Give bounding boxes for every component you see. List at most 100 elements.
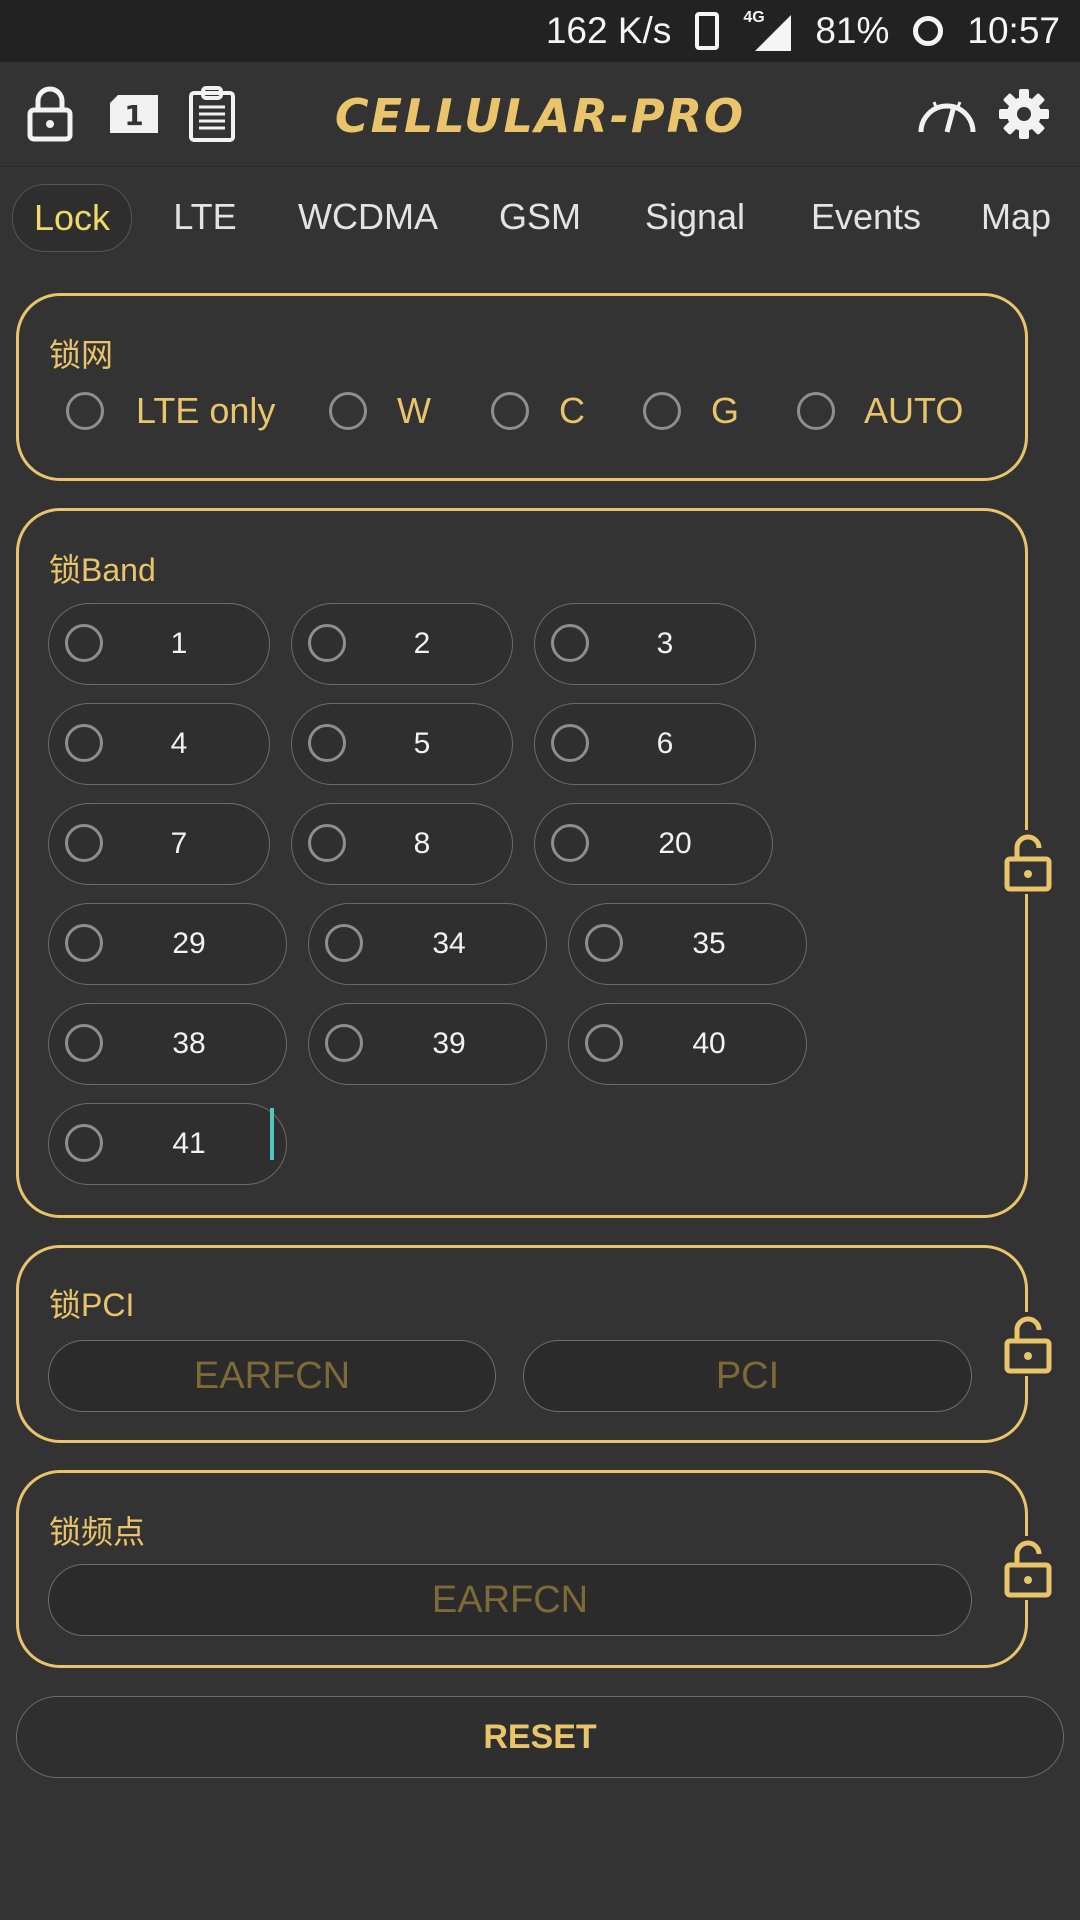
band-label: 3 [656, 627, 674, 660]
pci-earfcn-input[interactable] [49, 1340, 495, 1412]
network-option-label: LTE only [136, 390, 276, 431]
tab-gsm[interactable]: GSM [490, 184, 590, 250]
band-option-4[interactable]: 4 [48, 703, 270, 785]
reset-button[interactable]: RESET [16, 1696, 1064, 1778]
signal-icon: 4G [743, 9, 792, 51]
band-label: 39 [432, 1027, 466, 1060]
lock-frequency-button[interactable] [1000, 1536, 1056, 1600]
gear-icon[interactable] [996, 86, 1052, 142]
radio-button[interactable] [585, 1024, 623, 1062]
tab-bar: Lock LTE WCDMA GSM Signal Events Map [0, 180, 1080, 256]
radio-button[interactable] [65, 724, 103, 762]
freq-earfcn-input-wrap [48, 1564, 972, 1636]
band-label: 7 [170, 827, 188, 860]
tab-signal[interactable]: Signal [636, 184, 754, 250]
band-label: 29 [172, 927, 206, 960]
text-caret [270, 1108, 274, 1160]
band-option-34[interactable]: 34 [308, 903, 547, 985]
network-option-label: AUTO [864, 390, 964, 431]
band-label: 40 [692, 1027, 726, 1060]
band-label: 8 [413, 827, 431, 860]
lock-pci-button[interactable] [1000, 1312, 1056, 1376]
radio-button[interactable] [551, 724, 589, 762]
radio-button[interactable] [65, 1024, 103, 1062]
radio-button[interactable] [551, 824, 589, 862]
band-label: 2 [413, 627, 431, 660]
band-option-6[interactable]: 6 [534, 703, 756, 785]
lock-icon [1004, 834, 1052, 892]
lock-band-title: 锁Band [49, 552, 156, 588]
tab-lte[interactable]: LTE [158, 184, 252, 250]
tab-lock[interactable]: Lock [12, 184, 132, 252]
tab-wcdma[interactable]: WCDMA [290, 184, 446, 250]
band-option-5[interactable]: 5 [291, 703, 513, 785]
pci-input-wrap [523, 1340, 972, 1412]
radio-button[interactable] [491, 392, 529, 430]
radio-button[interactable] [551, 624, 589, 662]
lock-pci-title: 锁PCI [49, 1287, 135, 1323]
pci-earfcn-input-wrap [48, 1340, 496, 1412]
band-label: 5 [413, 727, 431, 760]
band-label: 41 [172, 1127, 206, 1160]
band-label: 4 [170, 727, 188, 760]
band-option-3[interactable]: 3 [534, 603, 756, 685]
pci-input[interactable] [524, 1340, 971, 1412]
network-option-label: W [397, 390, 431, 431]
lock-icon [1004, 1316, 1052, 1374]
freq-earfcn-input[interactable] [49, 1564, 971, 1636]
lock-network-title: 锁网 [49, 337, 114, 373]
band-label: 6 [656, 727, 674, 760]
band-option-41[interactable]: 41 [48, 1103, 287, 1185]
band-option-1[interactable]: 1 [48, 603, 270, 685]
radio-button[interactable] [308, 724, 346, 762]
radio-button[interactable] [65, 924, 103, 962]
band-option-8[interactable]: 8 [291, 803, 513, 885]
radio-button[interactable] [65, 1124, 103, 1162]
radio-button[interactable] [329, 392, 367, 430]
band-label: 20 [658, 827, 692, 860]
lock-frequency-title: 锁频点 [49, 1514, 146, 1550]
tab-events[interactable]: Events [800, 184, 932, 250]
radio-button[interactable] [308, 624, 346, 662]
radio-button[interactable] [65, 624, 103, 662]
app-toolbar: 1 Cellular-Pro [0, 62, 1080, 167]
radio-button[interactable] [797, 392, 835, 430]
sim-icon[interactable]: 1 [106, 86, 162, 142]
tab-map[interactable]: Map [968, 184, 1064, 250]
net-speed: 162 K/s [545, 10, 672, 51]
radio-button[interactable] [65, 824, 103, 862]
band-label: 34 [432, 927, 466, 960]
band-label: 38 [172, 1027, 206, 1060]
lock-network-panel: 锁网 [16, 293, 1028, 481]
radio-button[interactable] [585, 924, 623, 962]
battery-icon [913, 16, 944, 46]
status-bar: 162 K/s 4G 81% 10:57 [0, 0, 1080, 62]
band-option-29[interactable]: 29 [48, 903, 287, 985]
network-option-label: G [711, 390, 740, 431]
lock-icon [1004, 1540, 1052, 1598]
clock: 10:57 [967, 10, 1060, 51]
lock-band-button[interactable] [1000, 830, 1056, 894]
sim-number: 1 [124, 99, 143, 132]
band-option-20[interactable]: 20 [534, 803, 773, 885]
app-title: Cellular-Pro [334, 89, 746, 143]
radio-button[interactable] [325, 924, 363, 962]
speedometer-icon[interactable] [915, 86, 979, 142]
clipboard-icon[interactable] [184, 86, 240, 142]
band-option-38[interactable]: 38 [48, 1003, 287, 1085]
band-label: 1 [170, 627, 188, 660]
band-option-2[interactable]: 2 [291, 603, 513, 685]
lock-icon[interactable] [22, 86, 78, 142]
radio-button[interactable] [643, 392, 681, 430]
phone-icon [695, 12, 720, 50]
band-label: 35 [692, 927, 726, 960]
battery-level: 81% [815, 10, 890, 51]
band-option-7[interactable]: 7 [48, 803, 270, 885]
band-option-39[interactable]: 39 [308, 1003, 547, 1085]
band-option-40[interactable]: 40 [568, 1003, 807, 1085]
band-option-35[interactable]: 35 [568, 903, 807, 985]
radio-button[interactable] [308, 824, 346, 862]
radio-button[interactable] [66, 392, 104, 430]
network-option-label: C [559, 390, 585, 431]
radio-button[interactable] [325, 1024, 363, 1062]
